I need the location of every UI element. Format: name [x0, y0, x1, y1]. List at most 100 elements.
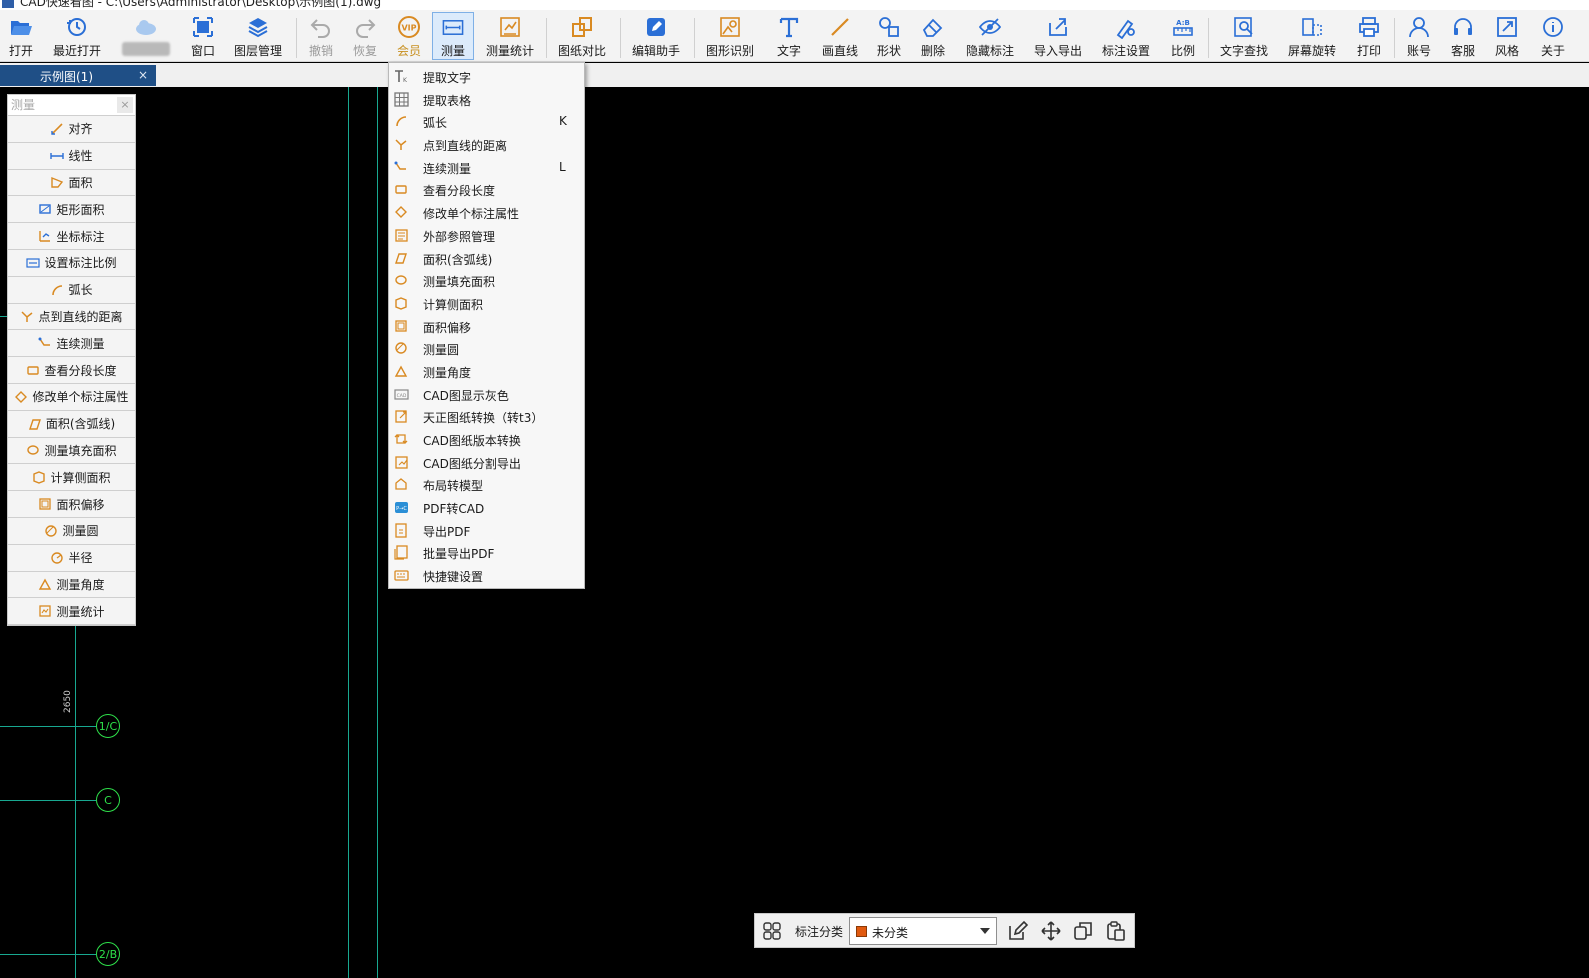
- dropdown-menu-item[interactable]: 查看分段长度: [389, 178, 584, 201]
- toolbar-about-button[interactable]: 关于: [1536, 12, 1570, 60]
- grid-view-icon[interactable]: [763, 922, 781, 940]
- toolbar-delete-button[interactable]: 删除: [916, 12, 950, 60]
- toolbar-recent-button[interactable]: 最近打开: [50, 12, 104, 60]
- edit-icon[interactable]: [1007, 920, 1029, 942]
- paste-icon[interactable]: [1105, 920, 1127, 942]
- dropdown-menu-item[interactable]: 点到直线的距离: [389, 133, 584, 156]
- dropdown-menu-item[interactable]: 测量填充面积: [389, 269, 584, 292]
- drawing-canvas[interactable]: 2650 1/C C 2/B: [0, 87, 1589, 978]
- dropdown-menu-item-label: 布局转模型: [423, 479, 484, 494]
- dropdown-menu-item-label: 天正图纸转换（转t3）: [423, 411, 544, 426]
- dropdown-menu-item[interactable]: P→C PDF转CAD: [389, 496, 584, 519]
- toolbar-text-button[interactable]: 文字: [772, 12, 806, 60]
- toolbar-style-button[interactable]: 风格: [1490, 12, 1524, 60]
- annotation-category-select[interactable]: 未分类: [849, 917, 997, 945]
- dropdown-menu-item[interactable]: 外部参照管理: [389, 224, 584, 247]
- measure-panel-item[interactable]: 线性: [8, 142, 135, 170]
- toolbar-line-button[interactable]: 画直线: [818, 12, 862, 60]
- category-selected-value: 未分类: [872, 926, 909, 940]
- dropdown-menu-item[interactable]: CAD CAD图显示灰色: [389, 383, 584, 406]
- toolbar-label: 打印: [1356, 44, 1381, 58]
- dropdown-menu-item[interactable]: 快捷键设置: [389, 564, 584, 587]
- measure-panel-item[interactable]: 设置标注比例: [8, 249, 135, 277]
- dropdown-menu-item[interactable]: 弧长 K: [389, 110, 584, 133]
- dropdown-menu-item[interactable]: 天正图纸转换（转t3）: [389, 405, 584, 428]
- dropdown-menu-item[interactable]: CAD图纸分割导出: [389, 451, 584, 474]
- measure-panel-close-icon[interactable]: ×: [117, 97, 133, 113]
- toolbar-open-button[interactable]: 打开: [4, 12, 38, 60]
- tab-close-icon[interactable]: ×: [138, 68, 148, 82]
- measure-panel-item[interactable]: 查看分段长度: [8, 357, 135, 384]
- toolbar-rotate-screen-button[interactable]: 屏幕旋转: [1284, 12, 1340, 60]
- dropdown-menu-item[interactable]: 布局转模型: [389, 473, 584, 496]
- measure-panel-item[interactable]: 坐标标注: [8, 223, 135, 250]
- axis-line: [0, 800, 96, 801]
- toolbar-cloud-button[interactable]: [118, 12, 174, 60]
- toolbar-scale-button[interactable]: A:B 比例: [1166, 12, 1200, 60]
- toolbar-undo-button[interactable]: 撤销: [304, 12, 338, 60]
- measure-panel-item[interactable]: 点到直线的距离: [8, 303, 135, 331]
- toolbar-measure-stats-button[interactable]: 测量统计: [482, 12, 538, 60]
- toolbar-compare-button[interactable]: 图纸对比: [554, 12, 610, 60]
- measure-panel-item[interactable]: 面积: [8, 169, 135, 197]
- dropdown-menu-item-label: 查看分段长度: [423, 184, 496, 199]
- dropdown-menu-item[interactable]: 连续测量 L: [389, 156, 584, 179]
- measure-panel-item[interactable]: 测量统计: [8, 598, 135, 626]
- dropdown-menu-item[interactable]: K 提取文字: [389, 65, 584, 88]
- measure-panel-header: ×: [8, 95, 135, 116]
- toolbar-vip-button[interactable]: VIP 会员: [392, 12, 426, 60]
- toolbar-shape-recognition-button[interactable]: 图形识别: [702, 12, 758, 60]
- dropdown-menu-item[interactable]: 面积(含弧线): [389, 247, 584, 270]
- dropdown-menu-item[interactable]: 计算侧面积: [389, 292, 584, 315]
- point-line-distance-icon: [21, 311, 33, 323]
- dropdown-menu-item[interactable]: 测量角度: [389, 360, 584, 383]
- measure-panel-item[interactable]: 计算侧面积: [8, 464, 135, 492]
- move-icon[interactable]: [1040, 920, 1062, 942]
- measure-panel-item[interactable]: 弧长: [8, 276, 135, 304]
- toolbar-edit-assistant-button[interactable]: 编辑助手: [628, 12, 684, 60]
- svg-text:A:B: A:B: [1176, 19, 1190, 27]
- toolbar-import-export-button[interactable]: 导入导出: [1030, 12, 1086, 60]
- toolbar-separator: [620, 18, 621, 58]
- toolbar-label: 打开: [8, 44, 33, 58]
- annotation-property-icon: [395, 206, 407, 219]
- dropdown-menu-item[interactable]: 面积偏移: [389, 315, 584, 338]
- toolbar-layers-button[interactable]: 图层管理: [230, 12, 286, 60]
- measure-panel-item[interactable]: 面积偏移: [8, 491, 135, 518]
- toolbar-shape-button[interactable]: 形状: [872, 12, 906, 60]
- dropdown-menu-item[interactable]: 批量导出PDF: [389, 541, 584, 564]
- measure-panel-item[interactable]: 半径: [8, 544, 135, 572]
- extract-table-icon: [394, 92, 409, 107]
- measure-panel-item[interactable]: 矩形面积: [8, 196, 135, 224]
- copy-icon[interactable]: [1072, 920, 1094, 942]
- axis-marker: C: [96, 788, 120, 812]
- measure-panel-item[interactable]: 测量圆: [8, 517, 135, 545]
- measure-stats-icon: [500, 17, 520, 37]
- toolbar-label: 编辑助手: [631, 44, 680, 58]
- measure-panel-item[interactable]: 连续测量: [8, 330, 135, 358]
- toolbar-support-button[interactable]: 客服: [1446, 12, 1480, 60]
- rect-area-icon: [39, 204, 52, 214]
- measure-panel-item[interactable]: 测量填充面积: [8, 437, 135, 465]
- toolbar-account-button[interactable]: 账号: [1402, 12, 1436, 60]
- toolbar-measure-button[interactable]: 测量: [432, 12, 474, 60]
- toolbar-window-button[interactable]: 窗口: [186, 12, 220, 60]
- dropdown-menu-item[interactable]: CAD图纸版本转换: [389, 428, 584, 451]
- measure-panel-item[interactable]: 修改单个标注属性: [8, 383, 135, 411]
- measure-panel-item[interactable]: 测量角度: [8, 571, 135, 599]
- measure-search-input[interactable]: [11, 97, 115, 113]
- dropdown-menu-item[interactable]: 导出PDF: [389, 519, 584, 542]
- dropdown-menu-item[interactable]: 提取表格: [389, 88, 584, 111]
- toolbar-text-search-button[interactable]: 文字查找: [1216, 12, 1272, 60]
- toolbar-print-button[interactable]: 打印: [1352, 12, 1386, 60]
- layout-to-model-icon: [395, 478, 407, 491]
- dropdown-menu-item[interactable]: 修改单个标注属性: [389, 201, 584, 224]
- dropdown-menu-item[interactable]: 测量圆: [389, 337, 584, 360]
- measure-panel-item[interactable]: 对齐: [8, 116, 135, 143]
- tab-drawing[interactable]: 示例图(1) ×: [0, 65, 156, 86]
- undo-icon: [310, 19, 330, 38]
- toolbar-redo-button[interactable]: 恢复: [348, 12, 382, 60]
- measure-panel-item[interactable]: 面积(含弧线): [8, 410, 135, 438]
- toolbar-hide-annotation-button[interactable]: 隐藏标注: [962, 12, 1018, 60]
- toolbar-annotation-settings-button[interactable]: 标注设置: [1098, 12, 1154, 60]
